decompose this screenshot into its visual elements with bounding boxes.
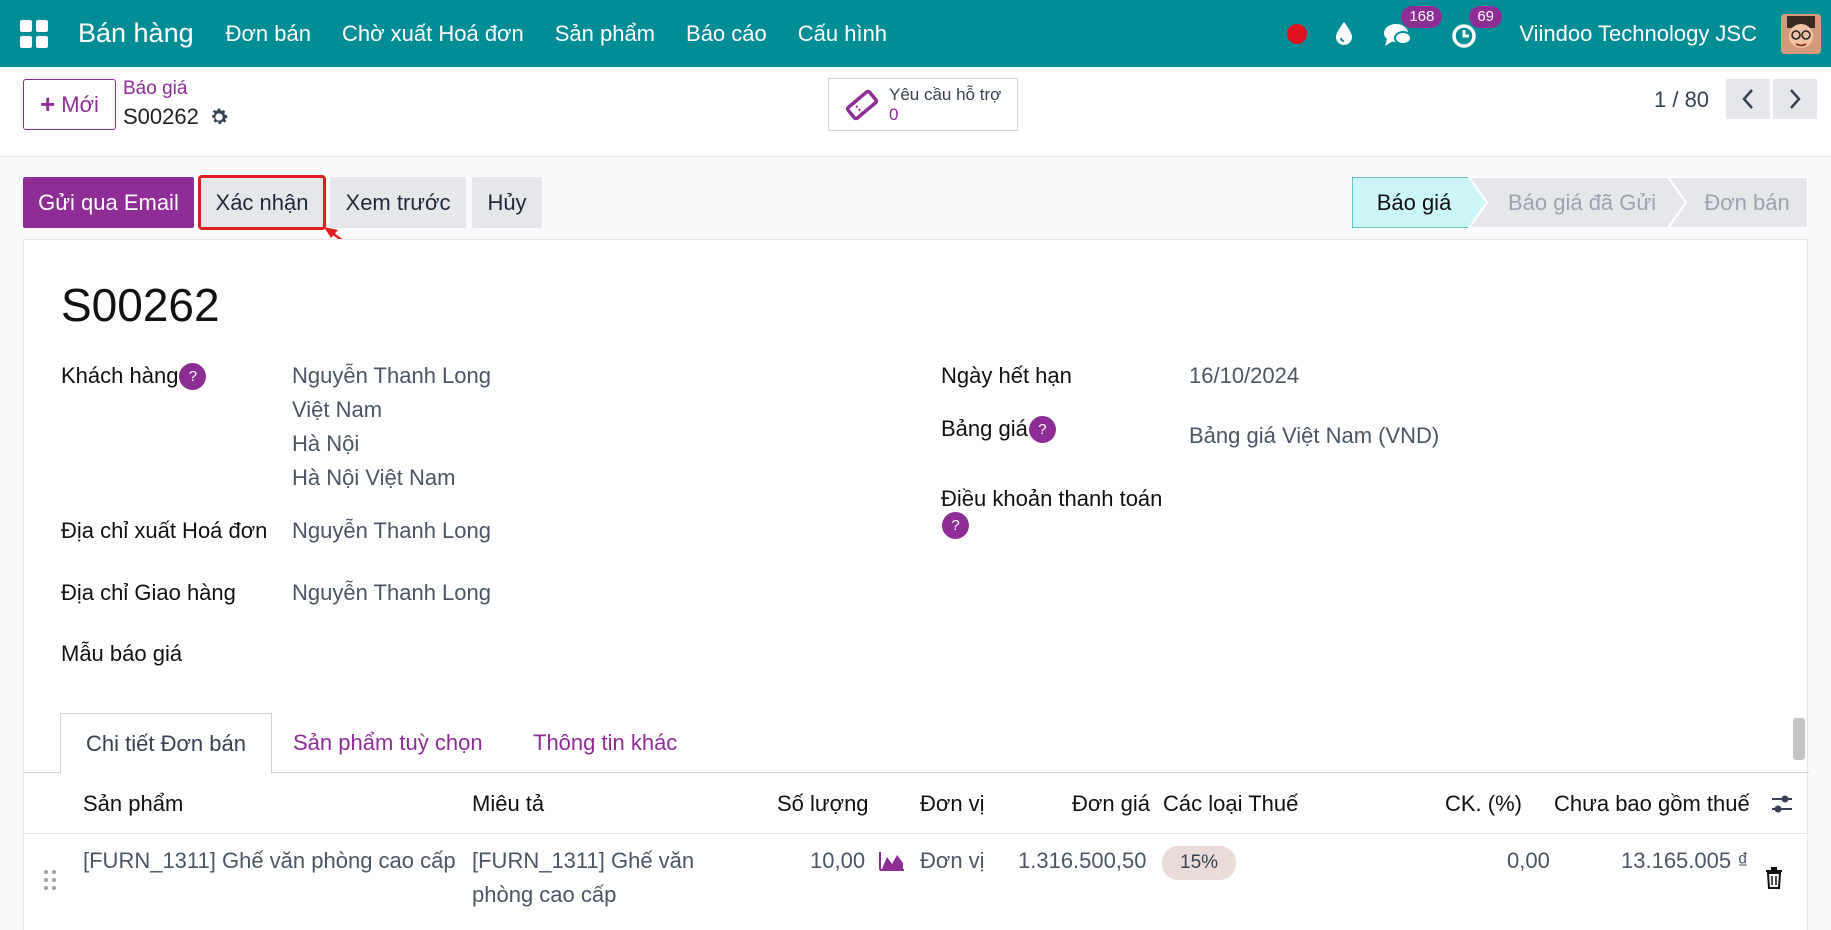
user-avatar[interactable] [1781, 13, 1821, 54]
record-indicator-icon[interactable] [1287, 23, 1308, 44]
pager-next-button[interactable] [1773, 79, 1817, 119]
pager-previous-button[interactable] [1726, 79, 1770, 119]
stage-quotation[interactable]: Báo giá [1352, 177, 1476, 228]
stage-quotation-sent[interactable]: Báo giá đã Gửi [1486, 177, 1678, 228]
column-quantity[interactable]: Số lượng [777, 791, 869, 817]
pricelist-label-text: Bảng giá [941, 416, 1028, 441]
new-button-label: Mới [61, 91, 99, 117]
activities-count-badge: 69 [1469, 5, 1502, 28]
customer-label-text: Khách hàng [61, 363, 179, 388]
pager-value[interactable]: 1 / 80 [1654, 87, 1709, 113]
customer-address-line: Việt Nam [292, 397, 383, 422]
customer-address-line: Hà Nội [292, 431, 360, 456]
pricelist-label: Bảng giá? [941, 416, 1056, 443]
cell-product[interactable]: [FURN_1311] Ghế văn phòng cao cấp [83, 843, 456, 878]
menu-sales-orders[interactable]: Đơn bán [226, 21, 311, 47]
delivery-address-field[interactable]: Nguyễn Thanh Long [292, 580, 491, 606]
plus-icon: + [40, 89, 56, 119]
column-unit-price[interactable]: Đơn giá [1072, 791, 1150, 817]
water-drop-icon[interactable] [1333, 21, 1355, 47]
control-panel: + Mới Báo giá S00262 Yêu cầu hỗ trợ 0 1 … [0, 67, 1831, 157]
company-switcher[interactable]: Viindoo Technology JSC [1519, 21, 1757, 47]
quotation-template-label: Mẫu báo giá [61, 641, 183, 666]
table-row[interactable]: [FURN_1311] Ghế văn phòng cao cấp [FURN_… [24, 834, 1809, 930]
support-count: 0 [889, 104, 899, 124]
column-subtotal[interactable]: Chưa bao gồm thuế [1554, 791, 1750, 817]
activities-button[interactable]: 69 [1451, 5, 1502, 50]
payment-terms-label: Điều khoản thanh toán [941, 486, 1163, 511]
forecast-chart-icon[interactable] [879, 851, 905, 871]
cell-subtotal: 13.165.005 ₫ [1621, 848, 1749, 873]
trash-icon[interactable] [1765, 867, 1783, 889]
notebook-tabs: Chi tiết Đơn bán Sản phẩm tuỳ chọn Thông… [24, 713, 1809, 774]
invoice-address-field[interactable]: Nguyễn Thanh Long [292, 518, 491, 544]
cell-description-line2[interactable]: phòng cao cấp [472, 877, 616, 912]
payment-terms-help-icon[interactable]: ? [942, 512, 969, 539]
cell-uom[interactable]: Đơn vị [920, 843, 985, 878]
confirm-button[interactable]: Xác nhận [198, 175, 326, 230]
chevron-right-icon [1790, 89, 1801, 109]
delivery-address-label: Địa chỉ Giao hàng [61, 580, 236, 605]
invoice-address-label: Địa chỉ xuất Hoá đơn [61, 518, 268, 543]
messages-button[interactable]: 168 [1383, 5, 1443, 50]
cell-quantity[interactable]: 10,00 [810, 843, 865, 878]
form-sheet: S00262 Khách hàng? Nguyễn Thanh Long Việ… [23, 239, 1809, 930]
apps-menu-icon[interactable] [20, 19, 48, 48]
breadcrumb-current-label: S00262 [123, 104, 199, 129]
optional-columns-icon[interactable] [1770, 793, 1794, 815]
menu-products[interactable]: Sản phẩm [555, 21, 655, 47]
cell-discount[interactable]: 0,00 [1507, 843, 1550, 878]
top-navbar: Bán hàng Đơn bán Chờ xuất Hoá đơn Sản ph… [0, 0, 1831, 67]
cell-unit-price[interactable]: 1.316.500,50 [1018, 843, 1146, 878]
stage-sales-order[interactable]: Đơn bán [1686, 177, 1808, 228]
scrollbar-thumb[interactable] [1793, 718, 1805, 760]
menu-reporting[interactable]: Báo cáo [686, 21, 767, 47]
column-description[interactable]: Miêu tả [472, 791, 544, 817]
customer-label: Khách hàng? [61, 363, 207, 390]
column-taxes[interactable]: Các loại Thuế [1163, 791, 1298, 817]
record-title: S00262 [61, 279, 220, 331]
expiry-label: Ngày hết hạn [941, 363, 1072, 388]
customer-field[interactable]: Nguyễn Thanh Long [292, 363, 491, 389]
chevron-left-icon [1742, 89, 1753, 109]
new-button[interactable]: + Mới [23, 79, 116, 130]
support-label: Yêu cầu hỗ trợ [889, 84, 1002, 104]
ticket-icon [845, 89, 879, 120]
order-lines-header: Sản phẩm Miêu tả Số lượng Đơn vị Đơn giá… [24, 773, 1809, 834]
column-discount[interactable]: CK. (%) [1445, 791, 1522, 817]
customer-help-icon[interactable]: ? [179, 363, 207, 390]
column-uom[interactable]: Đơn vị [920, 791, 985, 817]
cancel-button[interactable]: Hủy [472, 177, 542, 228]
gear-icon[interactable] [208, 106, 230, 128]
messages-count-badge: 168 [1401, 5, 1443, 28]
menu-to-invoice[interactable]: Chờ xuất Hoá đơn [342, 21, 524, 47]
support-ticket-button[interactable]: Yêu cầu hỗ trợ 0 [828, 78, 1018, 131]
menu-configuration[interactable]: Cấu hình [798, 21, 887, 47]
action-bar: Gửi qua Email Xác nhận Xem trước Hủy [23, 175, 548, 230]
cell-description-line1[interactable]: [FURN_1311] Ghế văn [472, 843, 694, 878]
app-name[interactable]: Bán hàng [78, 18, 194, 49]
column-product[interactable]: Sản phẩm [83, 791, 183, 817]
expiry-field[interactable]: 16/10/2024 [1189, 363, 1299, 389]
drag-handle-icon[interactable] [43, 869, 57, 891]
customer-address-line: Hà Nội Việt Nam [292, 465, 456, 490]
pricelist-field[interactable]: Bảng giá Việt Nam (VND) [1189, 423, 1439, 449]
pricelist-help-icon[interactable]: ? [1028, 416, 1056, 443]
preview-button[interactable]: Xem trước [330, 177, 466, 228]
tab-order-lines[interactable]: Chi tiết Đơn bán [60, 713, 272, 774]
tab-optional-products[interactable]: Sản phẩm tuỳ chọn [268, 713, 508, 773]
breadcrumb-current: S00262 [123, 104, 230, 130]
breadcrumb-parent[interactable]: Báo giá [123, 78, 187, 100]
send-email-button[interactable]: Gửi qua Email [23, 177, 194, 228]
tax-badge[interactable]: 15% [1162, 846, 1237, 880]
tab-other-info[interactable]: Thông tin khác [508, 713, 702, 773]
